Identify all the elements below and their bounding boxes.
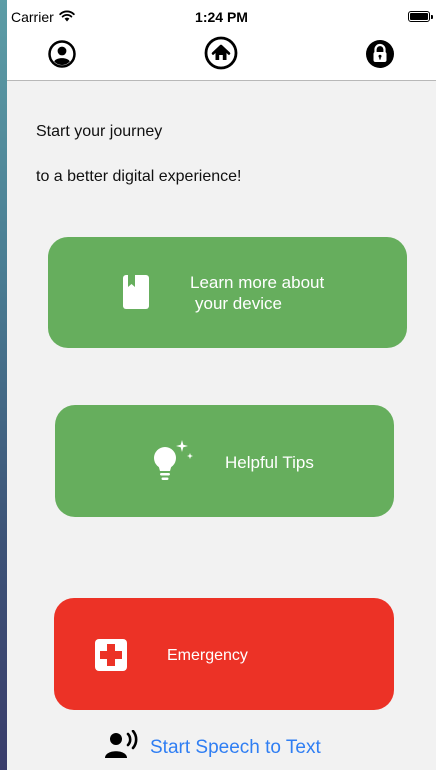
emergency-label: Emergency (167, 647, 248, 664)
home-button[interactable] (204, 36, 238, 71)
book-icon (120, 273, 152, 311)
app-screen: Carrier 1:24 PM Start your journey to a … (7, 0, 436, 770)
top-navbar (7, 32, 436, 81)
status-time: 1:24 PM (195, 9, 248, 25)
lock-button[interactable] (364, 39, 396, 74)
speech-to-text-button[interactable]: Start Speech to Text (104, 729, 321, 765)
house-circle-icon (204, 36, 238, 75)
learn-device-label-line1: Learn more about (190, 273, 325, 292)
learn-device-label-line2: your device (195, 294, 282, 313)
battery-icon (408, 11, 433, 22)
speech-to-text-label: Start Speech to Text (150, 736, 321, 758)
emergency-button[interactable]: Emergency (54, 598, 394, 710)
intro-line-2: to a better digital experience! (36, 168, 242, 185)
speaking-person-icon (104, 729, 138, 765)
lightbulb-icon (144, 438, 196, 484)
learn-device-button[interactable]: Learn more about your device (48, 237, 407, 348)
lock-circle-icon (365, 39, 395, 74)
profile-button[interactable] (46, 39, 78, 73)
learn-device-label: Learn more about your device (190, 272, 370, 314)
helpful-tips-label: Helpful Tips (225, 453, 314, 472)
status-bar: Carrier 1:24 PM (7, 0, 436, 32)
person-circle-icon (48, 39, 76, 73)
intro-line-1: Start your journey (36, 123, 163, 140)
helpful-tips-button[interactable]: Helpful Tips (55, 405, 394, 517)
medical-cross-icon (93, 637, 129, 673)
